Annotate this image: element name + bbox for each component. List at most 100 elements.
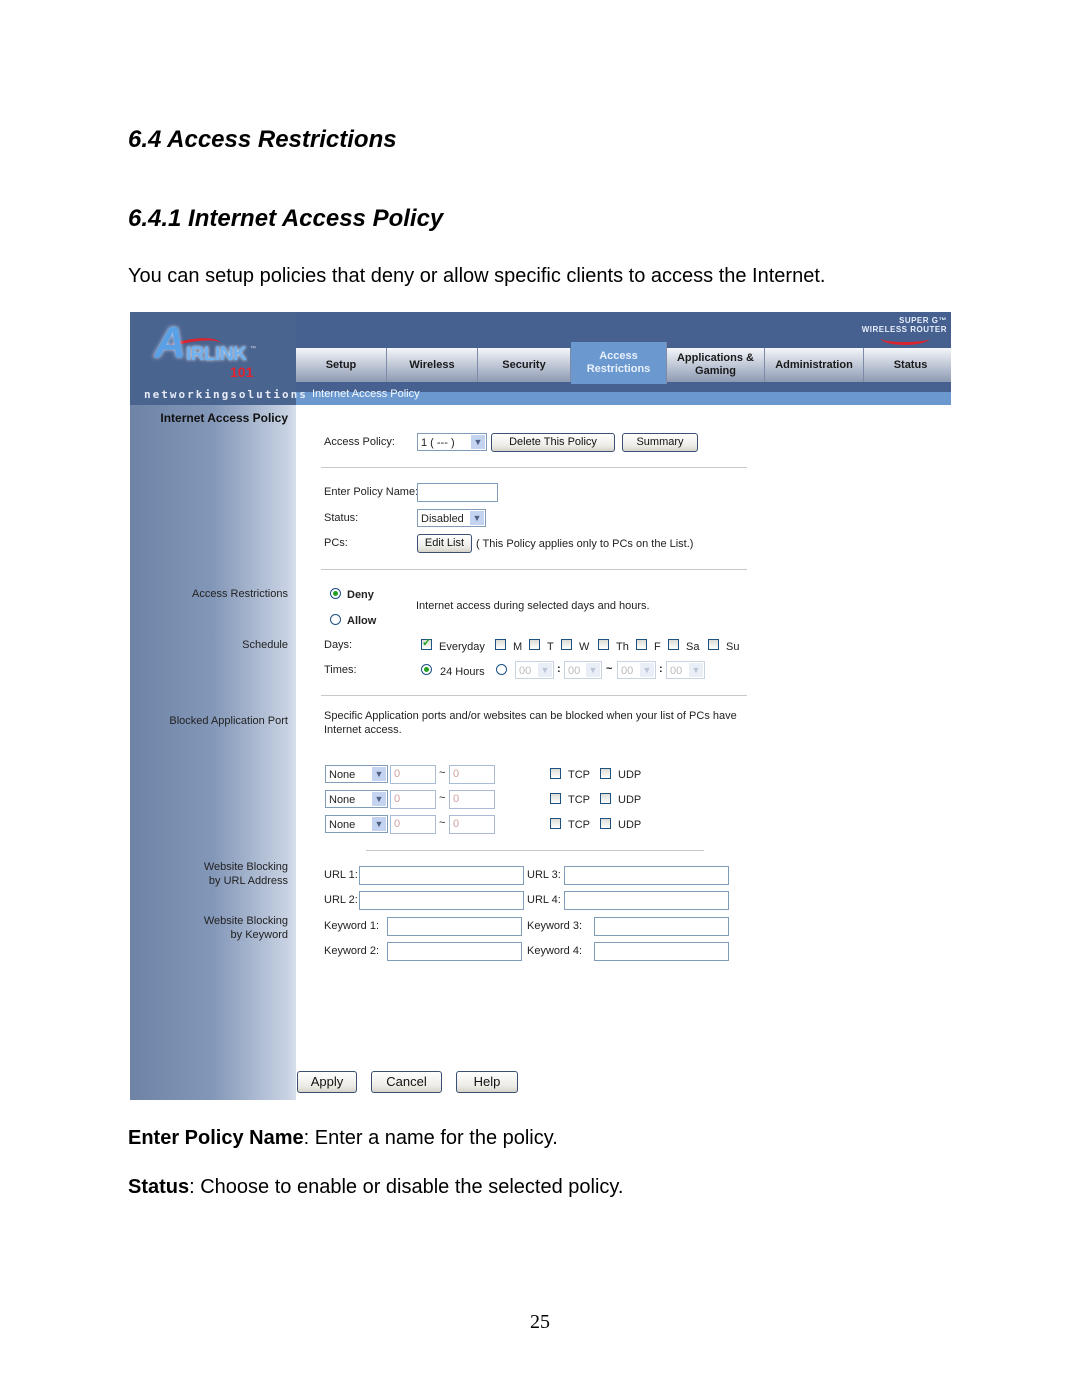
time-tilde: ~ [606,663,613,675]
port-app-select-1[interactable]: None ▼ [325,765,388,783]
udp-label: UDP [618,819,642,831]
tcp-checkbox-3[interactable] [550,818,561,829]
description-policy-name: Enter Policy Name: Enter a name for the … [128,1127,558,1150]
subnav-internet-access-policy[interactable]: Internet Access Policy [312,388,420,400]
udp-checkbox-3[interactable] [600,818,611,829]
day-label-m: M [513,641,523,653]
logo-letter: A [154,318,186,367]
keyword2-label: Keyword 2: [324,945,380,957]
udp-checkbox-1[interactable] [600,768,611,779]
access-policy-label: Access Policy: [324,436,395,448]
keyword2-input[interactable] [387,942,522,961]
times-label: Times: [324,664,357,676]
apply-button[interactable]: Apply [297,1071,357,1093]
sidebar-label-access-restrictions: Access Restrictions [192,588,288,600]
url1-input[interactable] [359,866,524,885]
tcp-checkbox-2[interactable] [550,793,561,804]
port-app-value: None [329,819,356,831]
end-minute-select[interactable]: 00 ▼ [666,661,705,679]
start-hour-select[interactable]: 00 ▼ [515,661,554,679]
policy-name-input[interactable] [417,483,498,502]
summary-button[interactable]: Summary [622,433,698,452]
start-minute-select[interactable]: 00 ▼ [564,661,602,679]
port-start-input-2[interactable]: 0 [390,790,436,809]
deny-radio[interactable] [330,588,341,599]
keyword3-input[interactable] [594,917,729,936]
chevron-down-icon: ▼ [538,663,552,677]
tab-status[interactable]: Status [864,348,951,382]
day-checkbox-th[interactable] [598,639,609,650]
tcp-label: TCP [568,819,590,831]
description-text: : Enter a name for the policy. [303,1127,558,1149]
port-app-select-2[interactable]: None ▼ [325,790,388,808]
tcp-label: TCP [568,769,590,781]
delete-policy-button[interactable]: Delete This Policy [491,433,615,452]
tab-administration[interactable]: Administration [765,348,864,382]
tcp-checkbox-1[interactable] [550,768,561,779]
udp-checkbox-2[interactable] [600,793,611,804]
port-tilde: ~ [439,767,446,779]
super-g-swoosh [881,332,929,345]
end-hour-select[interactable]: 00 ▼ [617,661,656,679]
keyword4-input[interactable] [594,942,729,961]
sidebar-title: Internet Access Policy [160,411,288,425]
port-app-select-3[interactable]: None ▼ [325,815,388,833]
day-checkbox-w[interactable] [561,639,572,650]
port-start-input-3[interactable]: 0 [390,815,436,834]
day-checkbox-su[interactable] [708,639,719,650]
end-minute-value: 00 [670,665,683,677]
url3-input[interactable] [564,866,729,885]
times-custom-radio[interactable] [496,664,507,675]
keyword1-input[interactable] [387,917,522,936]
tab-access-restrictions[interactable]: Access Restrictions [571,342,667,384]
help-button[interactable]: Help [456,1071,518,1093]
day-checkbox-f[interactable] [636,639,647,650]
day-checkbox-t[interactable] [529,639,540,650]
sidebar-label-url-line1: Website Blocking [203,861,288,873]
time-colon: : [557,663,561,675]
day-checkbox-everyday[interactable] [421,636,432,650]
access-policy-select[interactable]: 1 ( --- ) ▼ [417,433,487,451]
day-checkbox-sa[interactable] [668,639,679,650]
start-hour-value: 00 [519,665,532,677]
sidebar-label-url-line2: by URL Address [208,875,288,887]
tab-applications-gaming[interactable]: Applications & Gaming [667,348,765,382]
divider [321,695,747,696]
cancel-button[interactable]: Cancel [371,1071,442,1093]
tab-setup[interactable]: Setup [296,348,387,382]
divider [366,850,704,851]
edit-list-button[interactable]: Edit List [417,534,472,553]
port-end-input-1[interactable]: 0 [449,765,495,784]
day-label-f: F [654,641,661,653]
keyword3-label: Keyword 3: [527,920,583,932]
sidebar-label-schedule: Schedule [242,639,288,651]
tcp-label: TCP [568,794,590,806]
status-label: Status: [324,512,359,524]
port-end-input-2[interactable]: 0 [449,790,495,809]
day-checkbox-m[interactable] [495,639,506,650]
day-label-su: Su [726,641,740,653]
status-select[interactable]: Disabled ▼ [417,509,486,527]
chevron-down-icon: ▼ [689,663,703,677]
time-colon: : [659,663,663,675]
port-end-input-3[interactable]: 0 [449,815,495,834]
url2-input[interactable] [359,891,524,910]
description-term: Enter Policy Name [128,1127,304,1149]
divider [321,569,747,570]
airlink-logo: A IRLINK ™ 101 networkingsolutions [130,312,306,405]
sidebar-label-blocked-port: Blocked Application Port [169,715,288,727]
times-24h-radio[interactable] [421,664,432,675]
logo-brand: IRLINK [186,344,247,365]
port-start-input-1[interactable]: 0 [390,765,436,784]
chevron-down-icon: ▼ [640,663,654,677]
keyword1-label: Keyword 1: [324,920,380,932]
tab-security[interactable]: Security [478,348,571,382]
allow-label: Allow [347,615,377,627]
description-term: Status [128,1176,190,1198]
tab-wireless[interactable]: Wireless [387,348,478,382]
url4-input[interactable] [564,891,729,910]
url2-label: URL 2: [324,894,358,906]
allow-radio[interactable] [330,614,341,625]
page-number: 25 [530,1311,550,1333]
day-label-th: Th [616,641,629,653]
